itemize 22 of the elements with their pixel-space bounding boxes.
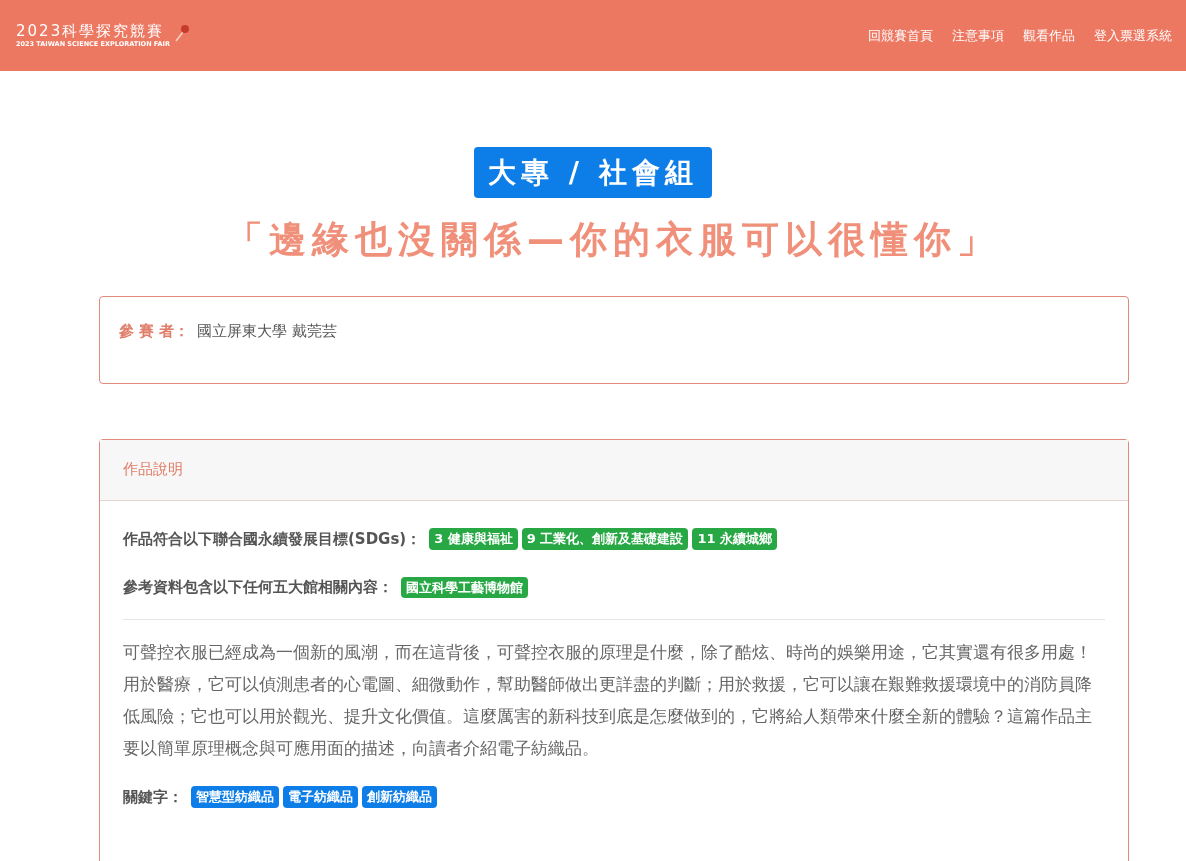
- nav-link[interactable]: 登入票選系統: [1094, 25, 1172, 46]
- nav-link[interactable]: 回競賽首頁: [868, 25, 933, 46]
- tag: 11 永續城鄉: [692, 528, 777, 550]
- tag: 電子紡織品: [283, 786, 358, 808]
- group-badge: 大專 / 社會組: [474, 147, 712, 198]
- tag: 9 工業化、創新及基礎建設: [521, 528, 689, 550]
- keywords-label: 關鍵字：: [123, 786, 183, 808]
- participant-value: 國立屏東大學 戴莞芸: [197, 320, 338, 342]
- tag: 智慧型紡織品: [191, 786, 279, 808]
- card-heading: 作品說明: [123, 459, 183, 481]
- sdgs-label: 作品符合以下聯合國永續發展目標(SDGs)：: [123, 528, 422, 550]
- work-title: 「邊緣也沒關係—你的衣服可以很懂你」: [226, 217, 1000, 263]
- tag: 創新紡織品: [362, 786, 437, 808]
- description-text: 可聲控衣服已經成為一個新的風潮，而在這背後，可聲控衣服的原理是什麼，除了酷炫、時尚的娛樂用途，它其實還有很多用處！用於醫療，它可以偵測患者的心電圖、細微動作，幫助醫師做出更詳盡的判斷；用於救援，它可以讓在艱難救援環境中的消防員降低風險；它也可以用於觀光、提升文化價值。這麼厲害的新科技到底是怎麼做到的，它將給人類帶來什麼全新的體驗？這篇作品主要以簡單原理概念與可應用面的描述，向讀者介紹電子紡織品。: [123, 640, 1093, 760]
- nav-link[interactable]: 注意事項: [952, 25, 1004, 46]
- nav-link[interactable]: 觀看作品: [1023, 25, 1075, 46]
- pin-icon: [174, 22, 190, 42]
- tag: 國立科學工藝博物館: [401, 576, 528, 598]
- logo-title: 2023科學探究競賽: [16, 22, 166, 40]
- museums-label: 參考資料包含以下任何五大館相關內容：: [123, 577, 393, 598]
- tag: 3 健康與福祉: [429, 528, 518, 550]
- participant-label: 參 賽 者：: [119, 320, 190, 342]
